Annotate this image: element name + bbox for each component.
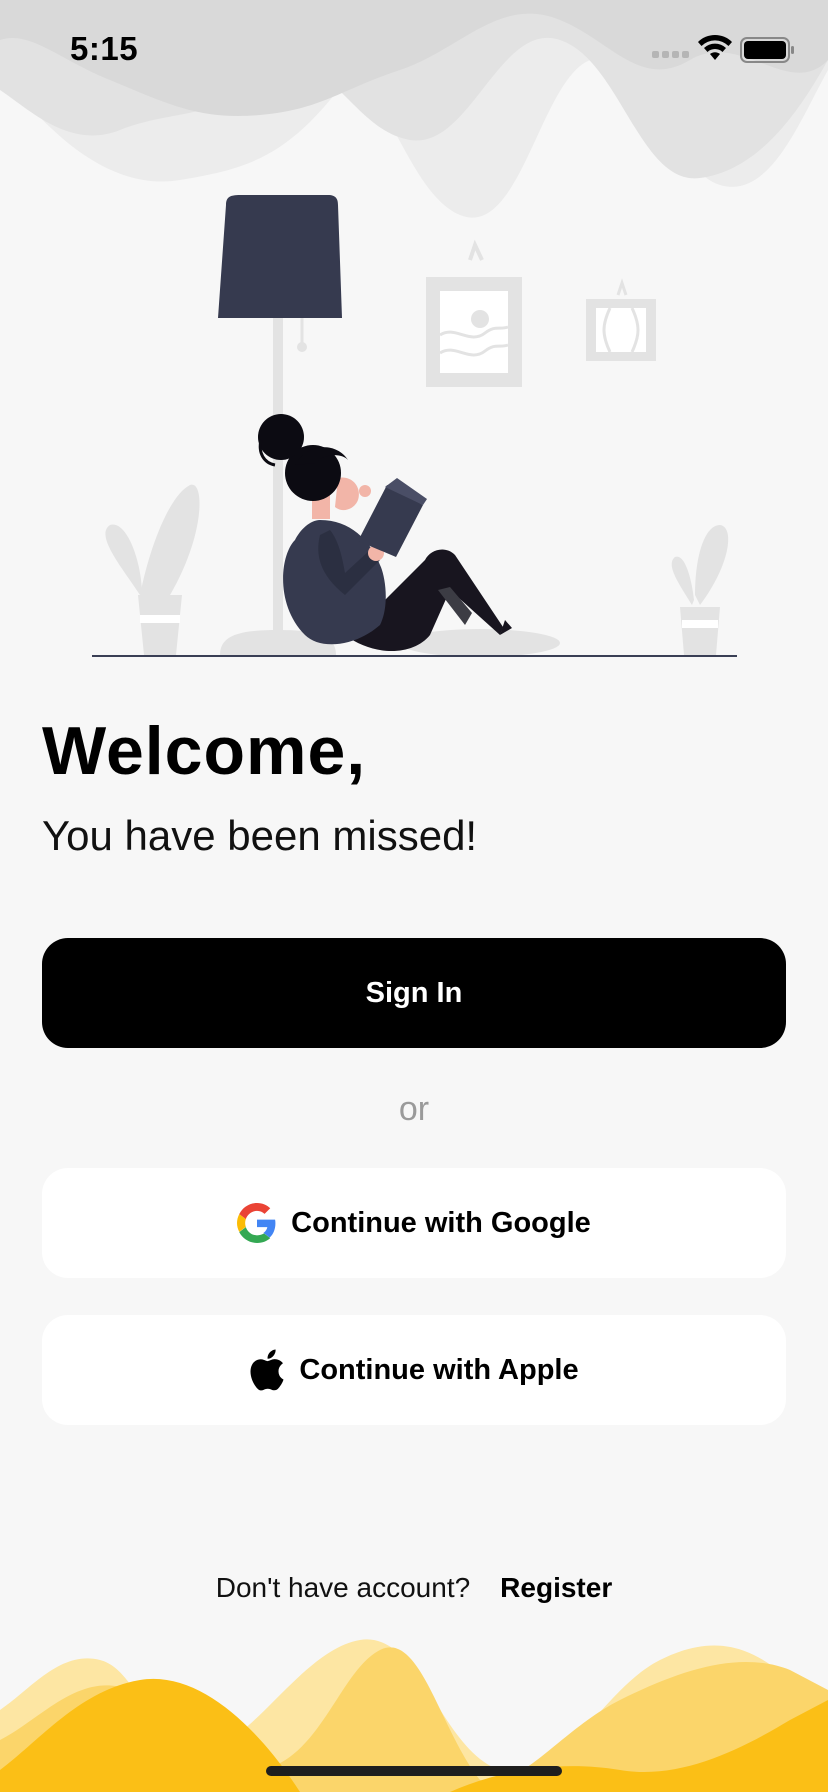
continue-with-apple-button[interactable]: Continue with Apple bbox=[42, 1315, 786, 1425]
plant-right bbox=[671, 525, 729, 655]
home-indicator[interactable] bbox=[266, 1766, 562, 1776]
sign-in-label: Sign In bbox=[365, 976, 463, 1009]
welcome-title: Welcome, bbox=[42, 713, 367, 789]
continue-with-google-label: Continue with Google bbox=[291, 1206, 591, 1239]
status-time: 5:15 bbox=[70, 30, 139, 67]
reading-woman-illustration bbox=[92, 195, 737, 657]
picture-frame-small bbox=[586, 278, 656, 361]
register-link[interactable]: Register bbox=[500, 1572, 612, 1604]
register-prompt: Don't have account? bbox=[215, 1572, 471, 1603]
google-logo-icon bbox=[237, 1203, 276, 1243]
welcome-subtitle: You have been missed! bbox=[42, 812, 478, 859]
picture-frame-large bbox=[426, 239, 522, 387]
or-divider: or bbox=[398, 1090, 430, 1128]
sign-in-button[interactable]: Sign In bbox=[42, 938, 786, 1048]
register-row: Don't have account? Register bbox=[0, 1572, 828, 1604]
wifi-icon bbox=[698, 34, 732, 60]
continue-with-google-button[interactable]: Continue with Google bbox=[42, 1168, 786, 1278]
woman-reading bbox=[258, 414, 560, 657]
apple-logo-icon bbox=[250, 1349, 284, 1391]
battery-icon bbox=[740, 37, 794, 63]
continue-with-apple-label: Continue with Apple bbox=[299, 1353, 579, 1386]
cellular-signal-icon bbox=[652, 51, 689, 58]
plant-left bbox=[105, 484, 200, 655]
